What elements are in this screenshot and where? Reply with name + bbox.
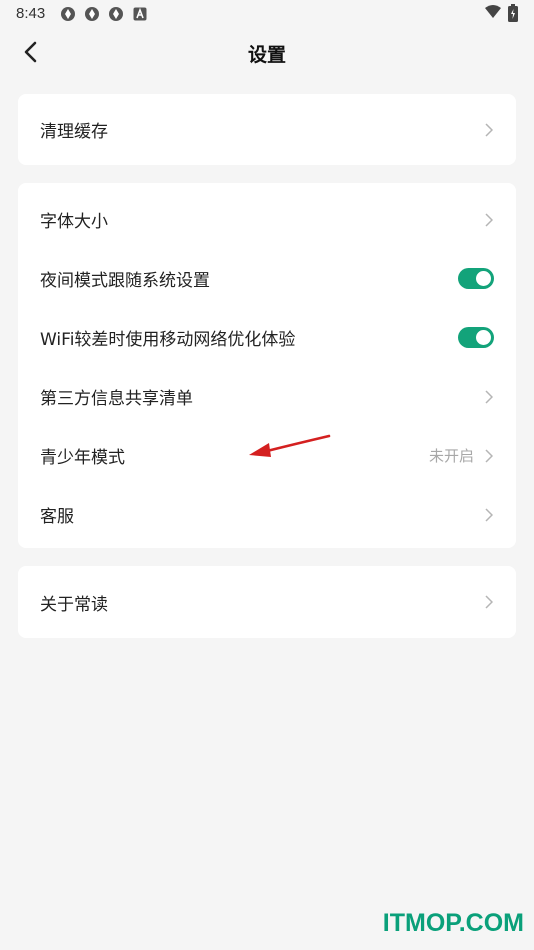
app-notification-icon xyxy=(84,6,100,22)
third-party-sharing-label: 第三方信息共享清单 xyxy=(40,389,193,409)
third-party-sharing-row[interactable]: 第三方信息共享清单 xyxy=(18,367,516,426)
header: 设置 xyxy=(0,28,534,76)
clear-cache-row[interactable]: 清理缓存 xyxy=(18,94,516,165)
status-bar: 8:43 xyxy=(0,0,534,28)
annotation-arrow-icon xyxy=(245,430,335,464)
night-mode-label: 夜间模式跟随系统设置 xyxy=(40,271,210,291)
chevron-right-icon xyxy=(484,594,494,610)
clear-cache-label: 清理缓存 xyxy=(40,122,108,142)
app-notification-icon xyxy=(60,6,76,22)
customer-service-row[interactable]: 客服 xyxy=(18,485,516,544)
chevron-right-icon xyxy=(484,389,494,405)
watermark: ITMOP.COM xyxy=(382,909,524,937)
app-notification-icon xyxy=(108,6,124,22)
wifi-icon xyxy=(484,4,502,24)
night-mode-row: 夜间模式跟随系统设置 xyxy=(18,249,516,308)
status-time: 8:43 xyxy=(16,5,46,22)
about-label: 关于常读 xyxy=(40,594,108,615)
toggle-knob xyxy=(476,271,491,286)
about-row[interactable]: 关于常读 xyxy=(18,566,516,638)
wifi-optimize-toggle[interactable] xyxy=(458,327,494,348)
page-title: 设置 xyxy=(247,44,286,66)
settings-card-about: 关于常读 xyxy=(18,566,516,638)
toggle-knob xyxy=(476,330,491,345)
chevron-right-icon xyxy=(484,448,494,464)
wifi-optimize-label: WiFi较差时使用移动网络优化体验 xyxy=(40,330,296,350)
wifi-optimize-row: WiFi较差时使用移动网络优化体验 xyxy=(18,308,516,367)
teen-mode-status: 未开启 xyxy=(428,447,474,465)
font-size-label: 字体大小 xyxy=(40,212,108,232)
chevron-right-icon xyxy=(484,507,494,523)
font-size-row[interactable]: 字体大小 xyxy=(18,190,516,249)
chevron-right-icon xyxy=(484,212,494,228)
night-mode-toggle[interactable] xyxy=(458,268,494,289)
battery-icon xyxy=(508,4,518,26)
settings-card-cache: 清理缓存 xyxy=(18,94,516,165)
customer-service-label: 客服 xyxy=(40,507,74,527)
a-notification-icon xyxy=(133,6,149,22)
settings-card-main: 字体大小 夜间模式跟随系统设置 WiFi较差时使用移动网络优化体验 第三方信息共… xyxy=(18,183,516,548)
chevron-right-icon xyxy=(484,122,494,138)
teen-mode-label: 青少年模式 xyxy=(40,448,125,468)
